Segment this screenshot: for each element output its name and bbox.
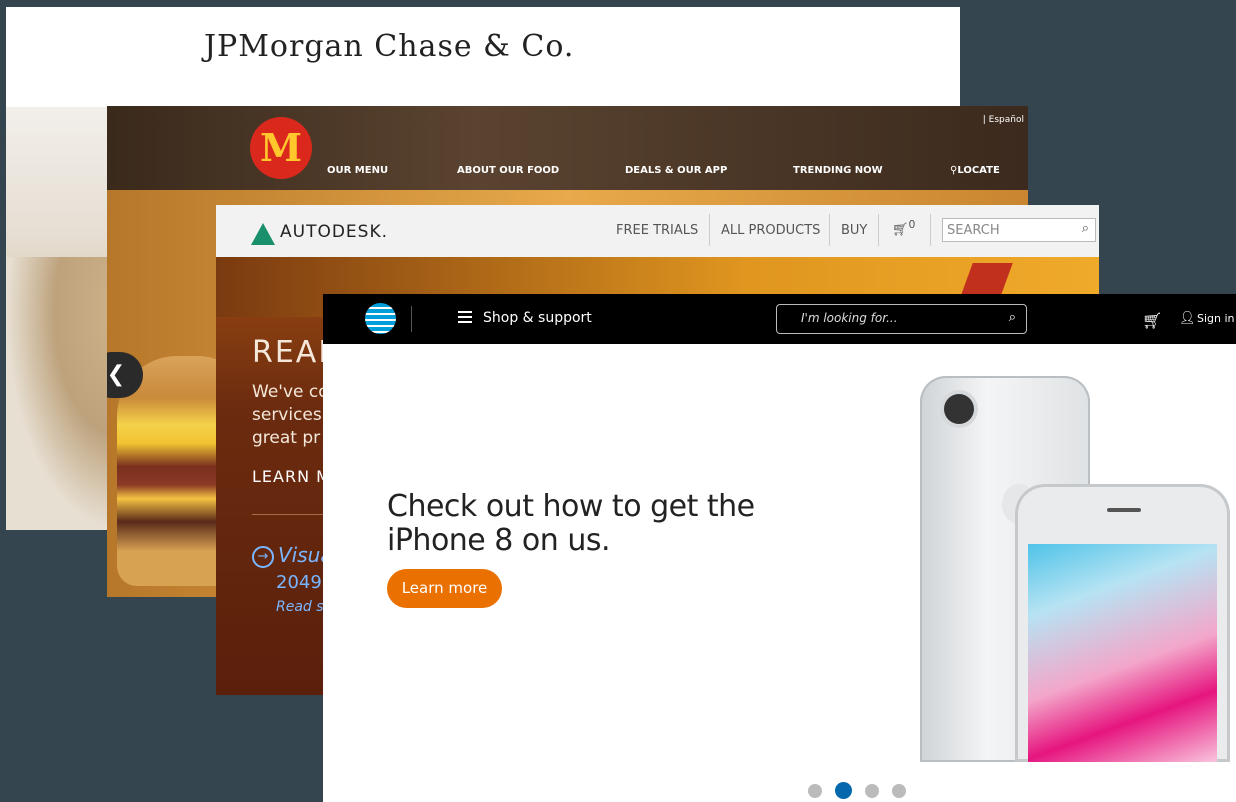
att-site-screenshot: Shop & support I'm looking for... ⌕ 🛒︎ 👤… [323, 294, 1236, 802]
cart-icon: 🛒︎ [892, 222, 909, 238]
autodesk-logo[interactable]: AUTODESK. [280, 222, 388, 242]
autodesk-logo-icon [251, 223, 275, 245]
iphone-front [1015, 484, 1230, 762]
iphone-8-image [920, 374, 1236, 762]
nav-locate-label: LOCATE [957, 165, 1000, 176]
nav-divider [709, 214, 710, 246]
learn-more-button[interactable]: Learn more [387, 569, 502, 608]
divider [252, 514, 332, 515]
carousel-dot[interactable] [835, 782, 852, 799]
nav-free-trials[interactable]: FREE TRIALS [616, 223, 698, 238]
cart-icon[interactable]: 🛒︎ [1142, 311, 1162, 330]
search-placeholder: I'm looking for... [801, 311, 898, 325]
search-icon[interactable]: ⌕ [1082, 221, 1089, 236]
user-icon: 👤︎ [1179, 311, 1196, 326]
earpiece [1107, 508, 1141, 512]
cart-button[interactable]: 🛒︎0 [892, 218, 915, 237]
carousel-indicators [808, 780, 919, 799]
carousel-dot[interactable] [892, 783, 906, 798]
search-input[interactable]: I'm looking for... ⌕ [776, 304, 1027, 334]
att-nav-bar: Shop & support I'm looking for... ⌕ 🛒︎ 👤… [323, 294, 1236, 344]
nav-buy[interactable]: BUY [841, 223, 867, 238]
autodesk-nav-bar: AUTODESK. FREE TRIALS ALL PRODUCTS BUY 🛒… [216, 205, 1099, 257]
nav-trending-now[interactable]: TRENDING NOW [793, 165, 883, 176]
hamburger-menu-icon[interactable] [458, 311, 472, 323]
nav-divider [878, 214, 879, 246]
nav-all-products[interactable]: ALL PRODUCTS [721, 223, 820, 238]
nav-divider [930, 214, 931, 246]
language-link[interactable]: | Español [983, 115, 1024, 125]
carousel-dot[interactable] [865, 783, 879, 798]
mcdonalds-logo[interactable]: M [250, 117, 312, 179]
feature-year[interactable]: 2049 [276, 572, 322, 593]
iphone-screen [1028, 544, 1217, 762]
jpmorgan-logo[interactable]: JPMorgan Chase & Co. [204, 29, 574, 64]
nav-divider [829, 214, 830, 246]
shop-support-menu[interactable]: Shop & support [483, 310, 592, 326]
att-globe-logo-icon[interactable] [365, 303, 396, 334]
hero-body: We've co services great pr [252, 382, 329, 448]
arrow-circle-icon: → [252, 546, 274, 568]
carousel-dot[interactable] [808, 783, 822, 798]
camera-icon [944, 394, 974, 424]
sign-in-link[interactable]: Sign in [1197, 312, 1235, 325]
feature-link[interactable]: → Visua [252, 543, 333, 568]
nav-deals-our-app[interactable]: DEALS & OUR APP [625, 165, 727, 176]
search-icon[interactable]: ⌕ [1009, 310, 1016, 325]
learn-more-link[interactable]: LEARN M [252, 467, 331, 486]
search-input[interactable]: SEARCH ⌕ [942, 218, 1096, 242]
search-placeholder: SEARCH [947, 223, 1000, 238]
mcdonalds-nav-bar: M OUR MENU ABOUT OUR FOOD DEALS & OUR AP… [107, 106, 1028, 190]
hero-headline: Check out how to get the iPhone 8 on us. [387, 489, 755, 558]
nav-locate[interactable]: ⚲LOCATE [950, 165, 1000, 176]
nav-about-our-food[interactable]: ABOUT OUR FOOD [457, 165, 559, 176]
feature-read-link[interactable]: Read s [276, 599, 324, 615]
nav-divider [411, 306, 412, 332]
nav-our-menu[interactable]: OUR MENU [327, 165, 388, 176]
jpmorgan-hero-person [6, 257, 108, 530]
cart-count: 0 [908, 218, 916, 231]
